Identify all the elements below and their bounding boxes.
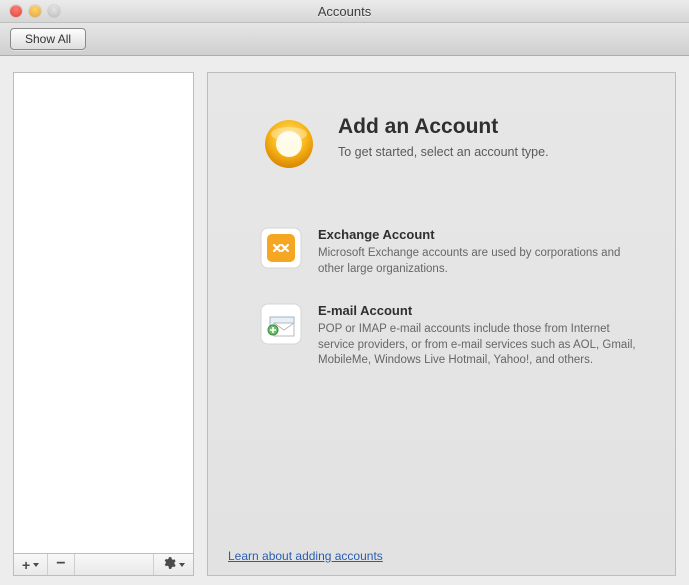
zoom-window-button[interactable] xyxy=(48,5,60,17)
toolbar: Show All xyxy=(0,23,689,56)
chevron-down-icon xyxy=(179,563,185,567)
hero: Add an Account To get started, select an… xyxy=(260,115,645,173)
show-all-button[interactable]: Show All xyxy=(10,28,86,50)
sidebar-footer: + − xyxy=(13,554,194,576)
email-option-desc: POP or IMAP e-mail accounts include thos… xyxy=(318,322,645,369)
chevron-down-icon xyxy=(33,563,39,567)
email-account-option[interactable]: E-mail Account POP or IMAP e-mail accoun… xyxy=(260,303,645,369)
email-option-title: E-mail Account xyxy=(318,303,645,318)
accounts-list[interactable] xyxy=(13,72,194,554)
detail-pane: Add an Account To get started, select an… xyxy=(207,72,676,576)
settings-button[interactable] xyxy=(153,554,193,575)
titlebar: Accounts xyxy=(0,0,689,23)
outlook-icon xyxy=(260,115,318,173)
sidebar: + − xyxy=(13,72,194,576)
content-area: + − xyxy=(0,56,689,585)
minimize-window-button[interactable] xyxy=(29,5,41,17)
exchange-account-option[interactable]: Exchange Account Microsoft Exchange acco… xyxy=(260,227,645,277)
gear-icon xyxy=(162,556,176,573)
learn-about-adding-accounts-link[interactable]: Learn about adding accounts xyxy=(228,549,383,563)
minus-icon: − xyxy=(56,556,65,572)
window-title: Accounts xyxy=(0,4,689,19)
window-controls xyxy=(10,5,60,17)
exchange-icon xyxy=(260,227,302,269)
page-subtitle: To get started, select an account type. xyxy=(338,145,549,159)
exchange-option-desc: Microsoft Exchange accounts are used by … xyxy=(318,246,645,277)
close-window-button[interactable] xyxy=(10,5,22,17)
exchange-option-title: Exchange Account xyxy=(318,227,645,242)
add-account-button[interactable]: + xyxy=(14,554,48,575)
remove-account-button[interactable]: − xyxy=(48,554,74,575)
plus-icon: + xyxy=(22,558,30,572)
page-title: Add an Account xyxy=(338,115,549,139)
email-icon xyxy=(260,303,302,345)
